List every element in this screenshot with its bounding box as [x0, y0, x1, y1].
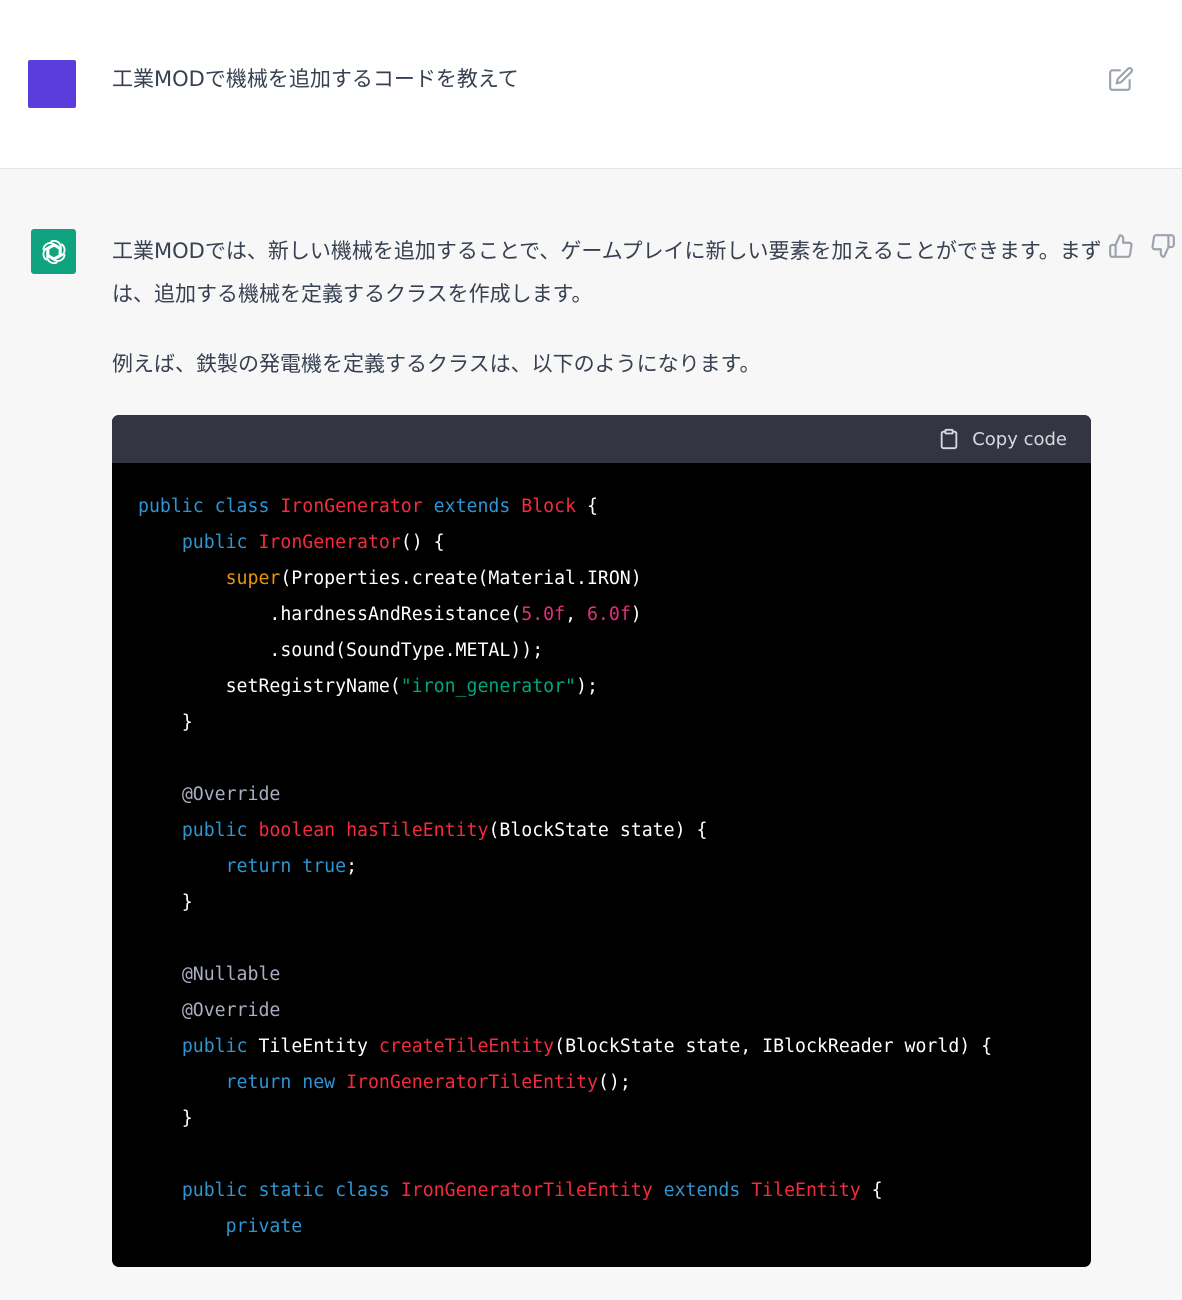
- code-token: super: [225, 568, 281, 589]
- code-token: public class: [138, 496, 281, 517]
- code-token: TileEntity: [751, 1180, 861, 1201]
- thumbs-down-icon[interactable]: [1150, 233, 1176, 259]
- code-token: (Properties.create(Material.IRON): [280, 568, 642, 589]
- code-line: .sound(SoundType.METAL));: [138, 633, 1091, 669]
- code-token: @Override: [181, 1000, 281, 1021]
- code-token: }: [138, 712, 193, 733]
- code-token: public: [181, 820, 259, 841]
- user-message-text: 工業MODで機械を追加するコードを教えて: [112, 67, 519, 91]
- code-line: .hardnessAndResistance(5.0f, 6.0f): [138, 597, 1091, 633]
- code-line: setRegistryName("iron_generator");: [138, 669, 1091, 705]
- code-token: public: [181, 1180, 259, 1201]
- code-line: @Nullable: [138, 957, 1091, 993]
- code-token: return: [225, 1072, 303, 1093]
- code-token: (BlockState state) {: [488, 820, 708, 841]
- code-line: return true;: [138, 849, 1091, 885]
- code-token: createTileEntity: [378, 1036, 555, 1057]
- code-token: {: [860, 1180, 883, 1201]
- code-line: private: [138, 1209, 1091, 1245]
- code-token: boolean: [258, 820, 347, 841]
- code-line: public IronGenerator() {: [138, 525, 1091, 561]
- code-token: ,: [565, 604, 587, 625]
- openai-logo-icon: [31, 229, 76, 274]
- code-token: return: [225, 856, 303, 877]
- code-token: TileEntity: [258, 1036, 379, 1057]
- code-line: super(Properties.create(Material.IRON): [138, 561, 1091, 597]
- code-token: .hardnessAndResistance(: [138, 604, 522, 625]
- code-token: 5.0f: [521, 604, 566, 625]
- code-token: new: [302, 1072, 347, 1093]
- code-line: return new IronGeneratorTileEntity();: [138, 1065, 1091, 1101]
- code-token: ();: [597, 1072, 631, 1093]
- code-token: 6.0f: [586, 604, 631, 625]
- code-token: private: [225, 1216, 303, 1237]
- code-token: IronGenerator: [280, 496, 434, 517]
- edit-icon[interactable]: [1108, 66, 1134, 92]
- code-token: class: [335, 1180, 401, 1201]
- code-token: IronGeneratorTileEntity: [346, 1072, 598, 1093]
- code-token: );: [576, 676, 598, 697]
- code-line: @Override: [138, 777, 1091, 813]
- code-token: () {: [400, 532, 445, 553]
- code-token: ;: [346, 856, 358, 877]
- code-line: public boolean hasTileEntity(BlockState …: [138, 813, 1091, 849]
- code-line: public static class IronGeneratorTileEnt…: [138, 1173, 1091, 1209]
- code-token: extends: [663, 1180, 752, 1201]
- code-token: static: [258, 1180, 336, 1201]
- clipboard-icon: [940, 428, 958, 450]
- code-token: "iron_generator": [400, 676, 576, 697]
- assistant-paragraph: 例えば、鉄製の発電機を定義するクラスは、以下のようになります。: [112, 352, 761, 376]
- code-line: public TileEntity createTileEntity(Block…: [138, 1029, 1091, 1065]
- assistant-message-row: 工業MODでは、新しい機械を追加することで、ゲームプレイに新しい要素を加えること…: [0, 169, 1182, 1300]
- code-token: IronGeneratorTileEntity: [400, 1180, 664, 1201]
- user-message-row: 工業MODで機械を追加するコードを教えて: [0, 0, 1182, 169]
- code-block-header: Copy code: [112, 415, 1091, 463]
- user-avatar: [28, 60, 76, 108]
- code-token: public: [181, 1036, 259, 1057]
- code-line: }: [138, 885, 1091, 921]
- code-token: true: [302, 856, 347, 877]
- code-token: }: [138, 1108, 193, 1129]
- copy-code-label: Copy code: [972, 428, 1067, 450]
- code-line: }: [138, 1101, 1091, 1137]
- code-token: public: [181, 532, 259, 553]
- code-token: @Nullable: [181, 964, 281, 985]
- code-token: ): [630, 604, 642, 625]
- code-token: extends: [433, 496, 522, 517]
- code-token: IronGenerator: [258, 532, 401, 553]
- copy-code-button[interactable]: Copy code: [938, 426, 1067, 452]
- code-token: setRegistryName(: [138, 676, 401, 697]
- code-token: {: [576, 496, 598, 517]
- code-token: (BlockState state, IBlockReader world) {: [554, 1036, 993, 1057]
- code-line: }: [138, 705, 1091, 741]
- code-block: Copy code public class IronGenerator ext…: [112, 415, 1091, 1267]
- assistant-paragraph: 工業MODでは、新しい機械を追加することで、ゲームプレイに新しい要素を加えること…: [112, 239, 1102, 306]
- code-token: }: [138, 892, 193, 913]
- code-content: public class IronGenerator extends Block…: [112, 463, 1091, 1245]
- code-token: hasTileEntity: [346, 820, 489, 841]
- code-token: @Override: [181, 784, 281, 805]
- code-line: @Override: [138, 993, 1091, 1029]
- code-token: .sound(SoundType.METAL));: [138, 640, 544, 661]
- code-line: public class IronGenerator extends Block…: [138, 489, 1091, 525]
- thumbs-up-icon[interactable]: [1108, 233, 1134, 259]
- code-token: Block: [521, 496, 577, 517]
